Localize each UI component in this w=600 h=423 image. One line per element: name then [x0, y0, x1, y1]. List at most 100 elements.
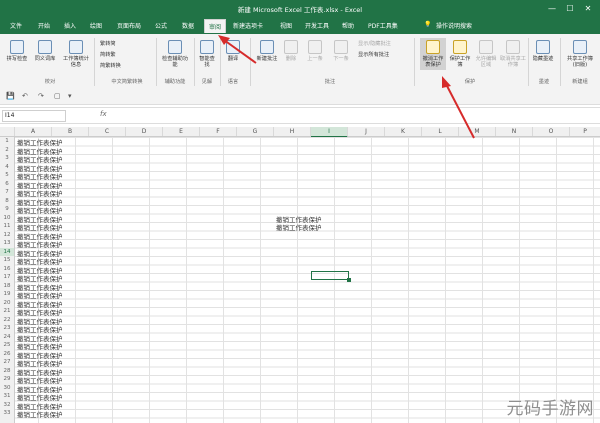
row-header[interactable]: 27 [0, 358, 14, 367]
column-header[interactable]: N [496, 127, 533, 136]
column-header[interactable]: D [126, 127, 163, 136]
column-header[interactable]: B [52, 127, 89, 136]
row-header[interactable]: 5 [0, 171, 14, 180]
check-accessibility-button[interactable]: 检查辅助功能 [160, 40, 190, 68]
share-workbook-button[interactable]: 共享工作簿(旧版) [564, 40, 596, 68]
row-header[interactable]: 28 [0, 367, 14, 376]
row-header[interactable]: 16 [0, 265, 14, 274]
row-header[interactable]: 11 [0, 222, 14, 231]
smart-lookup-button[interactable]: 智能查找 [198, 40, 216, 68]
minimize-button[interactable]: — [545, 2, 559, 16]
tab-developer[interactable]: 开发工具 [305, 21, 329, 30]
row-header[interactable]: 24 [0, 333, 14, 342]
tell-me-search[interactable]: 操作说明搜索 [436, 21, 472, 30]
row-header[interactable]: 30 [0, 384, 14, 393]
tab-draw[interactable]: 绘图 [90, 21, 102, 30]
column-header[interactable]: K [385, 127, 422, 136]
unprotect-sheet-button[interactable]: 撤消工作表保护 [420, 38, 446, 70]
thesaurus-button[interactable]: 同义词库 [32, 40, 58, 62]
translate-button[interactable]: 翻译 [224, 40, 242, 62]
name-box[interactable]: I14 [2, 110, 66, 122]
column-header[interactable]: C [89, 127, 126, 136]
row-header[interactable]: 31 [0, 392, 14, 401]
redo-icon[interactable]: ↷ [38, 92, 44, 100]
show-all-comments-button[interactable]: 显示所有批注 [358, 51, 389, 58]
allow-edit-ranges-button[interactable]: 允许编辑区域 [474, 40, 498, 68]
chinese-convert-button[interactable]: 简繁转换 [100, 62, 121, 69]
row-header[interactable]: 20 [0, 299, 14, 308]
show-hide-comment-button[interactable]: 显示/隐藏批注 [358, 40, 391, 47]
row-header[interactable]: 9 [0, 205, 14, 214]
fx-icon[interactable]: fx [100, 110, 107, 118]
next-comment-button[interactable]: 下一条 [330, 40, 352, 62]
tab-review[interactable]: 审阅 [204, 19, 227, 33]
row-header[interactable]: 17 [0, 273, 14, 282]
tab-insert[interactable]: 插入 [64, 21, 76, 30]
column-header[interactable]: O [533, 127, 570, 136]
to-simplified-button[interactable]: 简转繁 [100, 51, 116, 58]
tab-data[interactable]: 数据 [182, 21, 194, 30]
tab-file[interactable]: 文件 [10, 21, 22, 30]
unshare-workbook-button[interactable]: 取消共享工作簿 [500, 40, 526, 68]
column-header[interactable]: F [200, 127, 237, 136]
column-header[interactable]: E [163, 127, 200, 136]
row-header[interactable]: 23 [0, 324, 14, 333]
workbook-stats-button[interactable]: 工作簿统计信息 [62, 40, 90, 68]
column-header[interactable]: P [570, 127, 600, 136]
tab-help[interactable]: 帮助 [342, 21, 354, 30]
active-cell[interactable] [311, 271, 351, 282]
tab-view[interactable]: 视图 [280, 21, 292, 30]
column-header[interactable]: G [237, 127, 274, 136]
column-header[interactable]: L [422, 127, 459, 136]
tab-page-layout[interactable]: 页面布局 [117, 21, 141, 30]
row-header[interactable]: 2 [0, 146, 14, 155]
row-header[interactable]: 1 [0, 137, 14, 146]
column-header[interactable]: H [274, 127, 311, 136]
row-header[interactable]: 32 [0, 401, 14, 410]
row-header[interactable]: 26 [0, 350, 14, 359]
row-header[interactable]: 4 [0, 163, 14, 172]
cell-a[interactable]: 撤销工作表保护 [17, 409, 63, 419]
new-comment-button[interactable]: 新建批注 [256, 40, 278, 62]
select-all-corner[interactable] [0, 127, 15, 136]
title-bar: 新建 Microsoft Excel 工作表.xlsx - Excel — ☐ … [0, 0, 600, 18]
row-header[interactable]: 22 [0, 316, 14, 325]
row-header[interactable]: 3 [0, 154, 14, 163]
workbook-stats-label: 工作簿统计信息 [63, 56, 89, 68]
row-header[interactable]: 8 [0, 197, 14, 206]
row-header[interactable]: 15 [0, 256, 14, 265]
row-header[interactable]: 33 [0, 409, 14, 418]
cell-h[interactable]: 撤销工作表保护 [276, 222, 322, 232]
row-header[interactable]: 21 [0, 307, 14, 316]
row-header[interactable]: 12 [0, 231, 14, 240]
row-header[interactable]: 29 [0, 375, 14, 384]
column-header[interactable]: A [15, 127, 52, 136]
row-header[interactable]: 6 [0, 180, 14, 189]
tab-home[interactable]: 开始 [38, 21, 50, 30]
row-header[interactable]: 7 [0, 188, 14, 197]
maximize-button[interactable]: ☐ [563, 2, 577, 16]
to-traditional-button[interactable]: 繁转简 [100, 40, 116, 47]
delete-comment-button[interactable]: 删除 [282, 40, 300, 62]
row-header[interactable]: 14 [0, 247, 14, 256]
tab-new-tab[interactable]: 新建选项卡 [233, 21, 263, 30]
column-header[interactable]: M [459, 127, 496, 136]
spelling-button[interactable]: 拼写检查 [4, 40, 30, 62]
protect-workbook-button[interactable]: 保护工作簿 [448, 40, 472, 68]
row-header[interactable]: 19 [0, 290, 14, 299]
tab-formulas[interactable]: 公式 [155, 21, 167, 30]
column-header[interactable]: J [348, 127, 385, 136]
close-button[interactable]: ✕ [581, 2, 595, 16]
row-header[interactable]: 10 [0, 214, 14, 223]
hide-ink-button[interactable]: 隐藏墨迹 [532, 40, 554, 62]
tab-pdf-tools[interactable]: PDF工具集 [368, 21, 398, 30]
save-icon[interactable]: 💾 [6, 92, 15, 100]
undo-icon[interactable]: ↶ [22, 92, 28, 100]
form-icon[interactable]: ▢ [54, 92, 61, 100]
prev-comment-button[interactable]: 上一条 [304, 40, 326, 62]
worksheet-grid[interactable] [15, 137, 600, 423]
row-header[interactable]: 13 [0, 239, 14, 248]
row-header[interactable]: 18 [0, 282, 14, 291]
row-header[interactable]: 25 [0, 341, 14, 350]
customize-qat-icon[interactable]: ▾ [68, 92, 72, 100]
